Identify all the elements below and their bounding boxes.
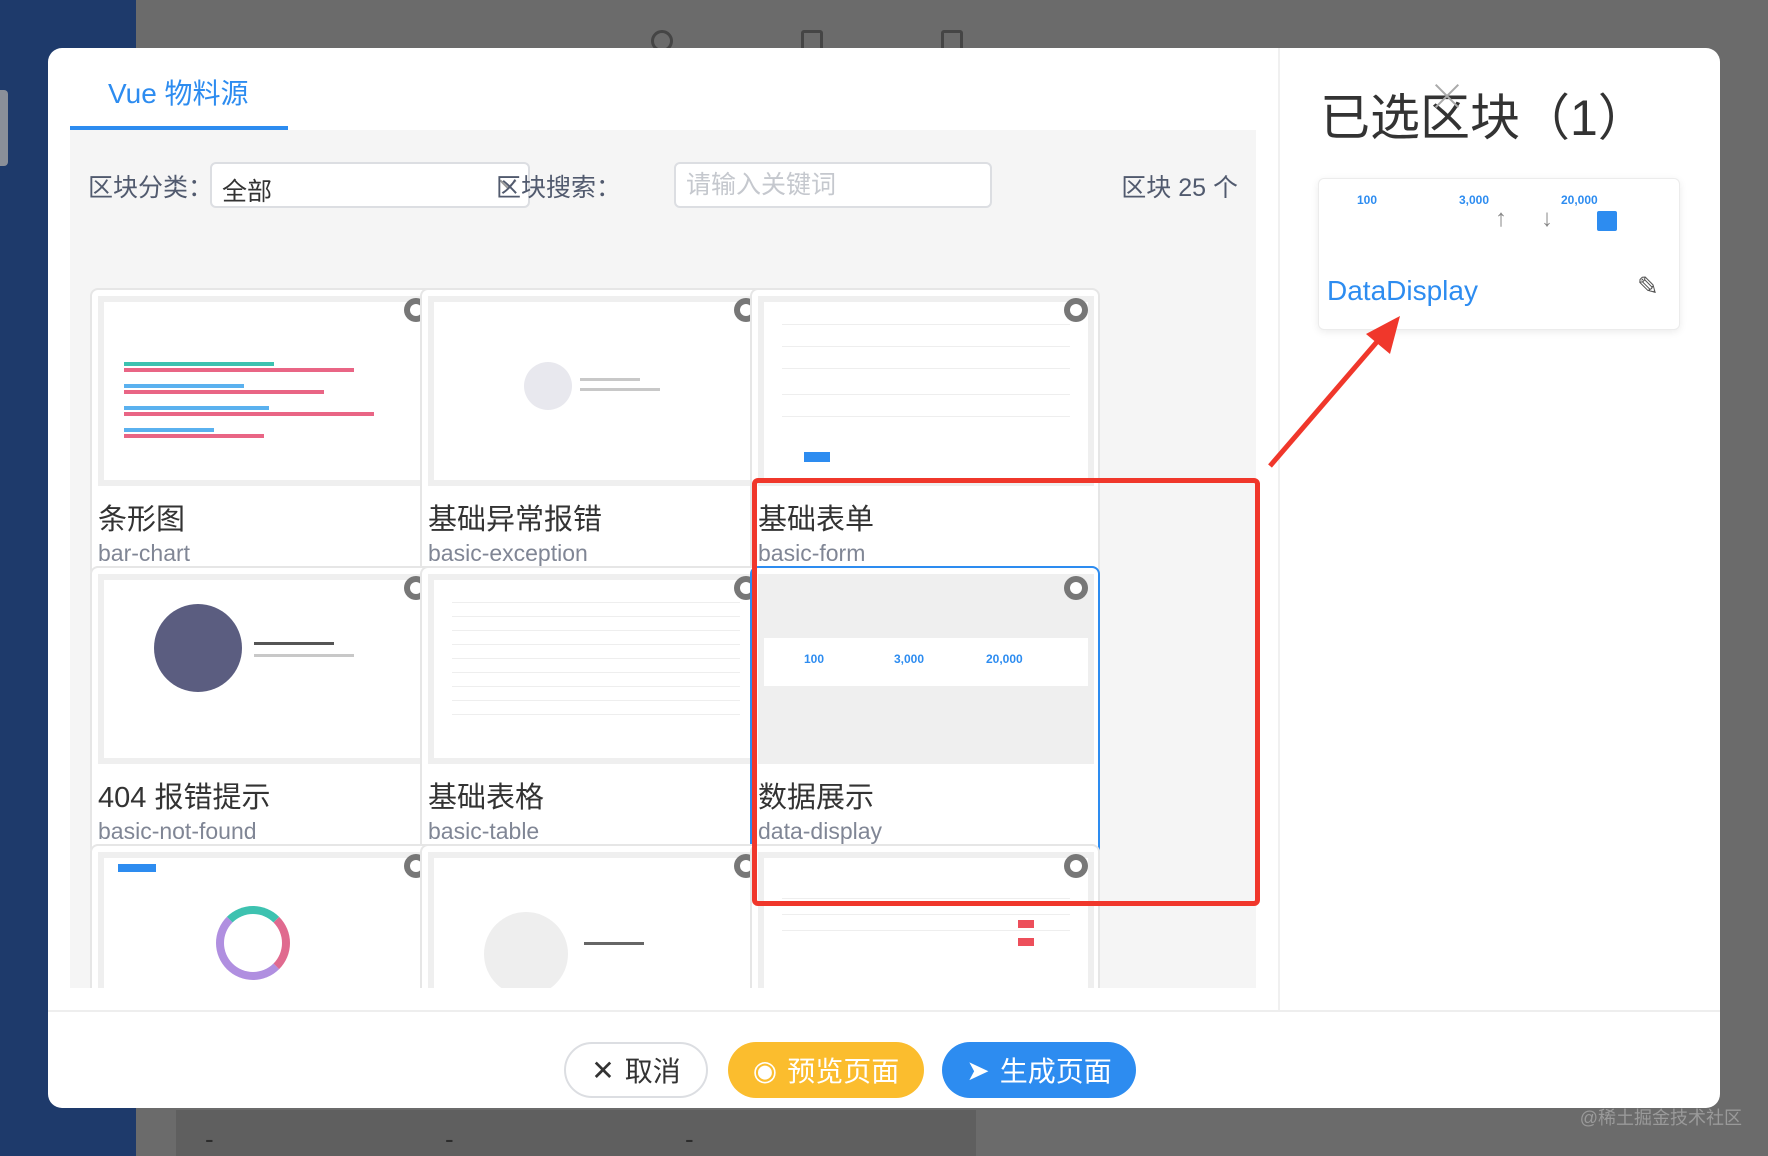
block-card-ring-chart[interactable] — [90, 844, 440, 988]
block-name: basic-exception — [428, 540, 588, 566]
selected-stat: 20,000 — [1561, 193, 1598, 207]
annotation-arrow-icon — [1268, 316, 1400, 468]
selected-stat: 3,000 — [1459, 193, 1490, 207]
block-name: basic-table — [428, 818, 540, 844]
block-thumbnail — [428, 574, 764, 764]
block-card-basic-exception[interactable]: 基础异常报错 basic-exception — [420, 288, 770, 578]
preview-label: 预览页面 — [787, 1056, 900, 1087]
selected-stat: 100 — [1357, 193, 1378, 207]
tab-label: Vue 物料源 — [108, 78, 249, 109]
move-down-icon[interactable]: ↓ — [1541, 205, 1553, 233]
edit-icon[interactable]: ✎ — [1637, 271, 1659, 302]
github-icon[interactable] — [1064, 298, 1088, 322]
trash-icon[interactable] — [1597, 211, 1617, 231]
annotation-highlight-box — [752, 478, 1260, 906]
block-title: 基础异常报错 — [428, 504, 603, 536]
generate-button[interactable]: ➤ 生成页面 — [942, 1042, 1136, 1098]
category-select-value: 全部 — [222, 178, 273, 206]
block-thumbnail — [758, 296, 1094, 486]
move-up-icon[interactable]: ↑ — [1495, 205, 1507, 233]
block-name: bar-chart — [98, 540, 191, 566]
category-select[interactable]: 全部 — [210, 162, 530, 208]
block-card-bar-chart[interactable]: 条形图 bar-chart — [90, 288, 440, 578]
search-label: 区块搜索： — [496, 174, 622, 202]
cancel-label: 取消 — [624, 1056, 681, 1087]
block-title: 条形图 — [98, 504, 186, 536]
selected-title: 已选区块（1） — [1320, 90, 1648, 146]
block-title: 404 报错提示 — [98, 782, 271, 814]
preview-button[interactable]: ◉ 预览页面 — [728, 1042, 924, 1098]
selected-blocks-pane: 已选区块（1） 100 3,000 20,000 ↑ ↓ DataDisplay… — [1278, 48, 1720, 1010]
cancel-button[interactable]: ✕ 取消 — [564, 1042, 708, 1098]
block-name: basic-not-found — [98, 818, 257, 844]
block-card-basic-not-found[interactable]: 404 报错提示 basic-not-found — [90, 566, 440, 856]
block-thumbnail — [98, 574, 434, 764]
selected-block-name: DataDisplay — [1327, 275, 1478, 306]
selected-block-card[interactable]: 100 3,000 20,000 ↑ ↓ DataDisplay ✎ — [1318, 178, 1680, 330]
block-card-basic-table[interactable]: 基础表格 basic-table — [420, 566, 770, 856]
filter-bar: 区块分类： 全部 区块搜索： 区块 25 个 — [70, 130, 1256, 240]
block-count: 区块 25 个 — [1121, 174, 1238, 202]
send-icon: ➤ — [966, 1054, 990, 1086]
eye-icon: ◉ — [752, 1054, 778, 1086]
sidebar-scroll-knob — [0, 90, 8, 166]
modal-footer: ✕ 取消 ◉ 预览页面 ➤ 生成页面 — [48, 1010, 1720, 1108]
tab-vue-source[interactable]: Vue 物料源 — [70, 48, 288, 130]
search-input[interactable] — [674, 162, 992, 208]
block-thumbnail — [428, 852, 764, 988]
close-icon: ✕ — [591, 1054, 615, 1086]
block-thumbnail — [428, 296, 764, 486]
block-title: 基础表格 — [428, 782, 545, 814]
close-icon[interactable] — [1430, 80, 1464, 114]
generate-label: 生成页面 — [999, 1056, 1112, 1087]
bg-dash: - — [205, 1124, 214, 1154]
block-thumbnail — [98, 852, 434, 988]
app-bottom-panel — [176, 1110, 976, 1156]
block-card-empty-state[interactable] — [420, 844, 770, 988]
block-thumbnail — [98, 296, 434, 486]
bg-dash: - — [445, 1124, 454, 1154]
category-label: 区块分类： — [88, 174, 214, 202]
bg-dash: - — [685, 1124, 694, 1154]
